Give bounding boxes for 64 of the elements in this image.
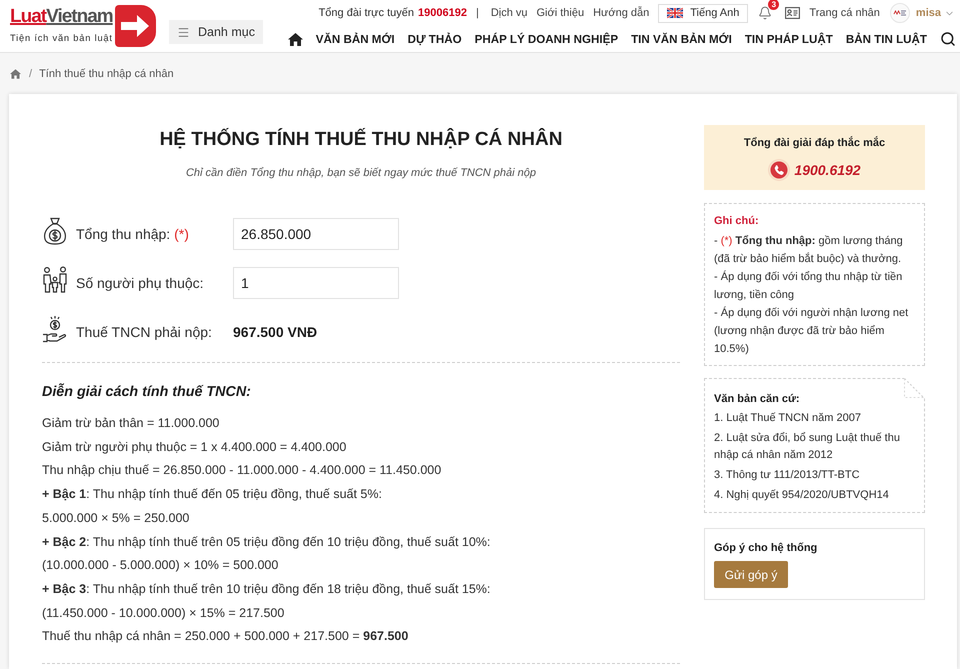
legal-document-link[interactable]: 1. Luật Thuế TNCN năm 2007 (714, 410, 916, 427)
phone-icon (768, 159, 790, 181)
logo-tagline: Tiện ích văn bản luật (10, 32, 111, 44)
id-card-icon (785, 7, 800, 19)
page-title: HỆ THỐNG TÍNH THUẾ THU NHẬP CÁ NHÂN (158, 128, 564, 152)
nav-link[interactable]: VĂN BẢN MỚI (316, 32, 395, 46)
explanation-line: (10.000.000 - 5.000.000) × 10% = 500.000 (42, 557, 280, 574)
profile-link[interactable]: Trang cá nhân (809, 7, 880, 19)
logo-wordmark[interactable]: LuatVietnam (10, 5, 111, 29)
money-bag-icon (42, 217, 68, 245)
nav-link[interactable]: TIN VĂN BẢN MỚI (631, 32, 732, 46)
panel-title: Văn bản căn cứ: (714, 392, 801, 407)
explanation-line: Giảm trừ bản thân = 11.000.000 (42, 415, 220, 432)
note-text: - Áp dụng đối với tổng thu nhập từ tiền lương, tiền công (714, 270, 904, 303)
field-label: Tổng thu nhập: (*) (76, 226, 190, 242)
input-field[interactable]: 1 (233, 267, 399, 299)
hotline-number[interactable]: 19006192 (418, 7, 467, 19)
top-link[interactable]: Dịch vụ (490, 7, 528, 19)
separator: | (476, 7, 479, 19)
explanation-line: Thu nhập chịu thuế = 26.850.000 - 11.000.000 - 4.400.000 = 11.450.000 (42, 462, 442, 480)
avatar-icon (890, 3, 910, 23)
notification-badge: 3 (768, 0, 780, 10)
explanation-line: (11.450.000 - 10.000.000) × 15% = 217.500 (42, 604, 286, 622)
logo-arrow-icon (115, 5, 156, 47)
page-subtitle: Chỉ cần điền Tổng thu nhập, bạn sẽ biết ngay mức thuế TNCN phải nộp (184, 166, 538, 180)
menu-icon (177, 26, 190, 38)
menu-button[interactable]: Danh mục (169, 20, 263, 44)
language-button[interactable]: Tiếng Anh (658, 4, 748, 22)
notes-title: Ghi chú: (714, 214, 760, 229)
explanation-line: + Bậc 1: Thu nhập tính thuế đến 05 triệu đồng, thuế suất 5%: (42, 486, 383, 504)
tax-result: 967.500 VNĐ (233, 324, 318, 340)
home-icon[interactable] (288, 32, 303, 46)
legal-document-link[interactable]: 2. Luật sửa đổi, bổ sung Luật thuế thu nhập cá nhân năm 2012 (714, 430, 916, 464)
legal-document-link[interactable]: 4. Nghị quyết 954/2020/UBTVQH14 (714, 487, 916, 504)
search-icon[interactable] (940, 31, 956, 47)
explanation-line: Thuế thu nhập cá nhân = 250.000 + 500.000 + 217.500 = 967.500 (42, 628, 410, 646)
nav-link[interactable]: BẢN TIN LUẬT (846, 32, 927, 46)
flag-icon (667, 8, 684, 18)
hotline-label: Tổng đài trực tuyến (318, 7, 414, 19)
field-label: Thuế TNCN phải nộp: (76, 324, 213, 340)
hand-coin-icon (42, 315, 68, 343)
send-feedback-button[interactable]: Gửi góp ý (714, 561, 788, 588)
breadcrumb-separator: / (29, 68, 32, 80)
legal-document-link[interactable]: 3. Thông tư 111/2013/TT-BTC (714, 467, 916, 484)
explanation-line: + Bậc 3: Thu nhập tính thuế trên 10 triệu đồng đến 18 triệu đồng, thuế suất 15%: (42, 580, 492, 598)
input-field[interactable]: 26.850.000 (233, 218, 399, 250)
explanation-line: Giảm trừ người phụ thuộc = 1 x 4.400.000 = 4.400.000 (42, 438, 348, 456)
explanation-title: Diễn giải cách tính thuế TNCN: (42, 382, 252, 402)
nav-link[interactable]: DỰ THẢO (408, 32, 462, 46)
breadcrumb-link[interactable]: Tính thuế thu nhập cá nhân (39, 68, 174, 80)
bell-icon[interactable] (758, 6, 772, 20)
explanation-line: 5.000.000 × 5% = 250.000 (42, 510, 190, 527)
top-link[interactable]: Giới thiệu (536, 7, 584, 19)
explanation-line: + Bậc 2: Thu nhập tính thuế trên 05 triệu đồng đến 10 triệu đồng, thuế suất 10%: (42, 534, 492, 551)
panel-title: Góp ý cho hệ thống (714, 541, 818, 556)
family-icon (42, 266, 68, 294)
nav-link[interactable]: PHÁP LÝ DOANH NGHIỆP (474, 32, 618, 46)
field-label: Số người phụ thuộc: (76, 275, 205, 291)
nav-link[interactable]: TIN PHÁP LUẬT (744, 32, 833, 46)
note-text: - (*) Tổng thu nhập: gồm lương tháng (đã trừ bảo hiểm bắt buộc) và thưởng. (714, 234, 904, 267)
note-text: - Áp dụng đối với người nhận lương net (lương nhận được đã trừ bảo hiểm 10.5%) (714, 306, 910, 357)
top-link[interactable]: Hướng dẫn (593, 7, 650, 19)
panel-title: Tổng đài giải đáp thắc mắc (744, 135, 886, 151)
hotline-number[interactable]: 1900.6192 (794, 162, 861, 178)
